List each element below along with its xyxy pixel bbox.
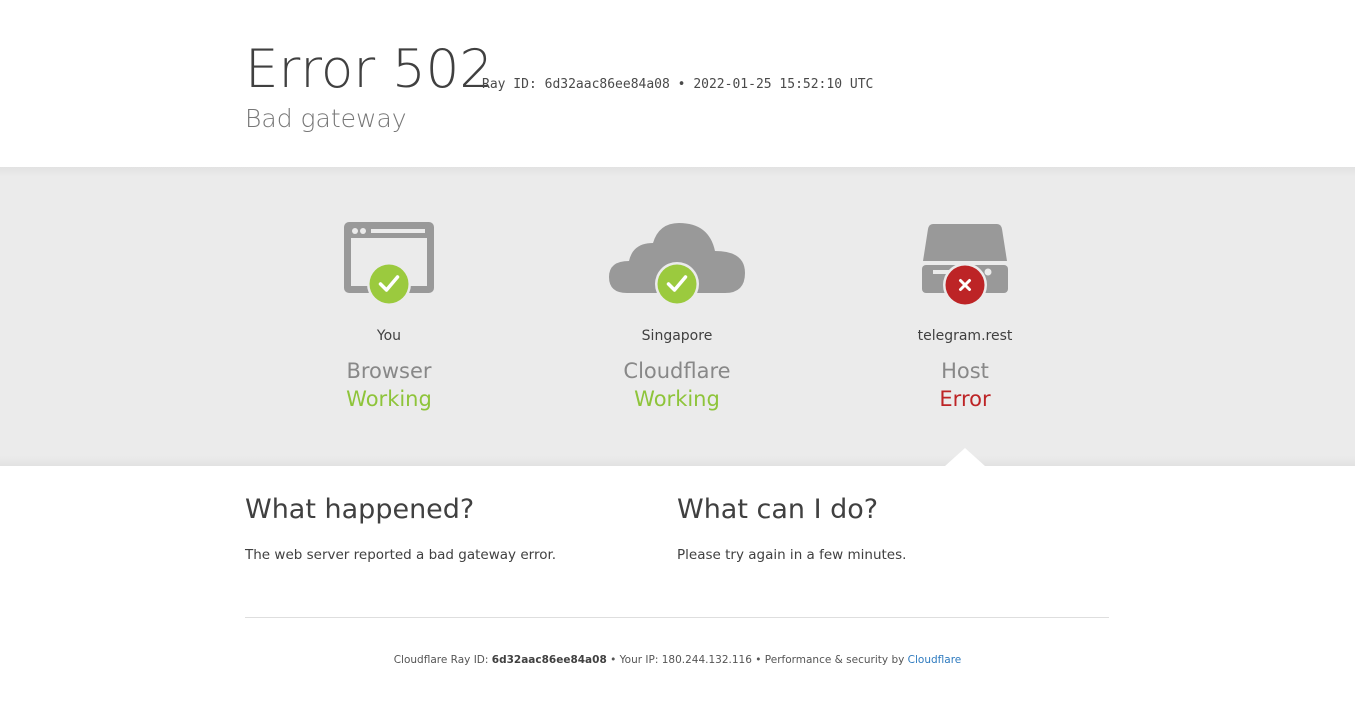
browser-location: You bbox=[376, 328, 402, 344]
footer-perf-text: Performance & security by bbox=[764, 654, 905, 666]
cloudflare-role: Cloudflare bbox=[623, 359, 731, 383]
browser-icon bbox=[343, 221, 435, 313]
what-happened-title: What happened? bbox=[245, 494, 475, 525]
browser-state: Working bbox=[346, 387, 432, 411]
cloudflare-state: Working bbox=[634, 387, 720, 411]
cloud-icon bbox=[607, 221, 747, 313]
cloudflare-location: Singapore bbox=[641, 328, 713, 344]
footer-separator: • bbox=[610, 654, 617, 666]
footer-ip: Your IP: 180.244.132.116 bbox=[619, 654, 752, 666]
what-happened-text: The web server reported a bad gateway er… bbox=[245, 547, 557, 563]
what-can-i-do-text: Please try again in a few minutes. bbox=[677, 547, 907, 563]
error-subtitle: Bad gateway bbox=[245, 104, 407, 133]
error-title: Error 502 bbox=[245, 39, 494, 100]
footer: Cloudflare Ray ID: 6d32aac86ee84a08 • Yo… bbox=[0, 654, 1355, 666]
status-band: You Browser Working Singapore Cloudflare… bbox=[0, 167, 1355, 466]
timestamp: 2022-01-25 15:52:10 UTC bbox=[693, 77, 874, 92]
host-state: Error bbox=[939, 387, 991, 411]
footer-divider bbox=[245, 617, 1109, 618]
host-role: Host bbox=[941, 359, 989, 383]
footer-separator: • bbox=[755, 654, 762, 666]
page-header: Error 502 Ray ID: 6d32aac86ee84a08 • 202… bbox=[0, 0, 1355, 167]
footer-ray-prefix: Cloudflare Ray ID: bbox=[393, 654, 489, 666]
host-location: telegram.rest bbox=[917, 328, 1013, 344]
info-section: What happened? The web server reported a… bbox=[0, 466, 1355, 616]
footer-ray-id: 6d32aac86ee84a08 bbox=[491, 654, 607, 666]
browser-role: Browser bbox=[346, 359, 432, 383]
ray-id-line: Ray ID: 6d32aac86ee84a08 • 2022-01-25 15… bbox=[482, 77, 873, 92]
ray-id-label: Ray ID: 6d32aac86ee84a08 • bbox=[482, 77, 686, 92]
cloudflare-link[interactable]: Cloudflare bbox=[908, 654, 962, 666]
error-pointer bbox=[945, 448, 985, 466]
what-can-i-do-title: What can I do? bbox=[677, 494, 879, 525]
server-icon bbox=[921, 221, 1009, 313]
